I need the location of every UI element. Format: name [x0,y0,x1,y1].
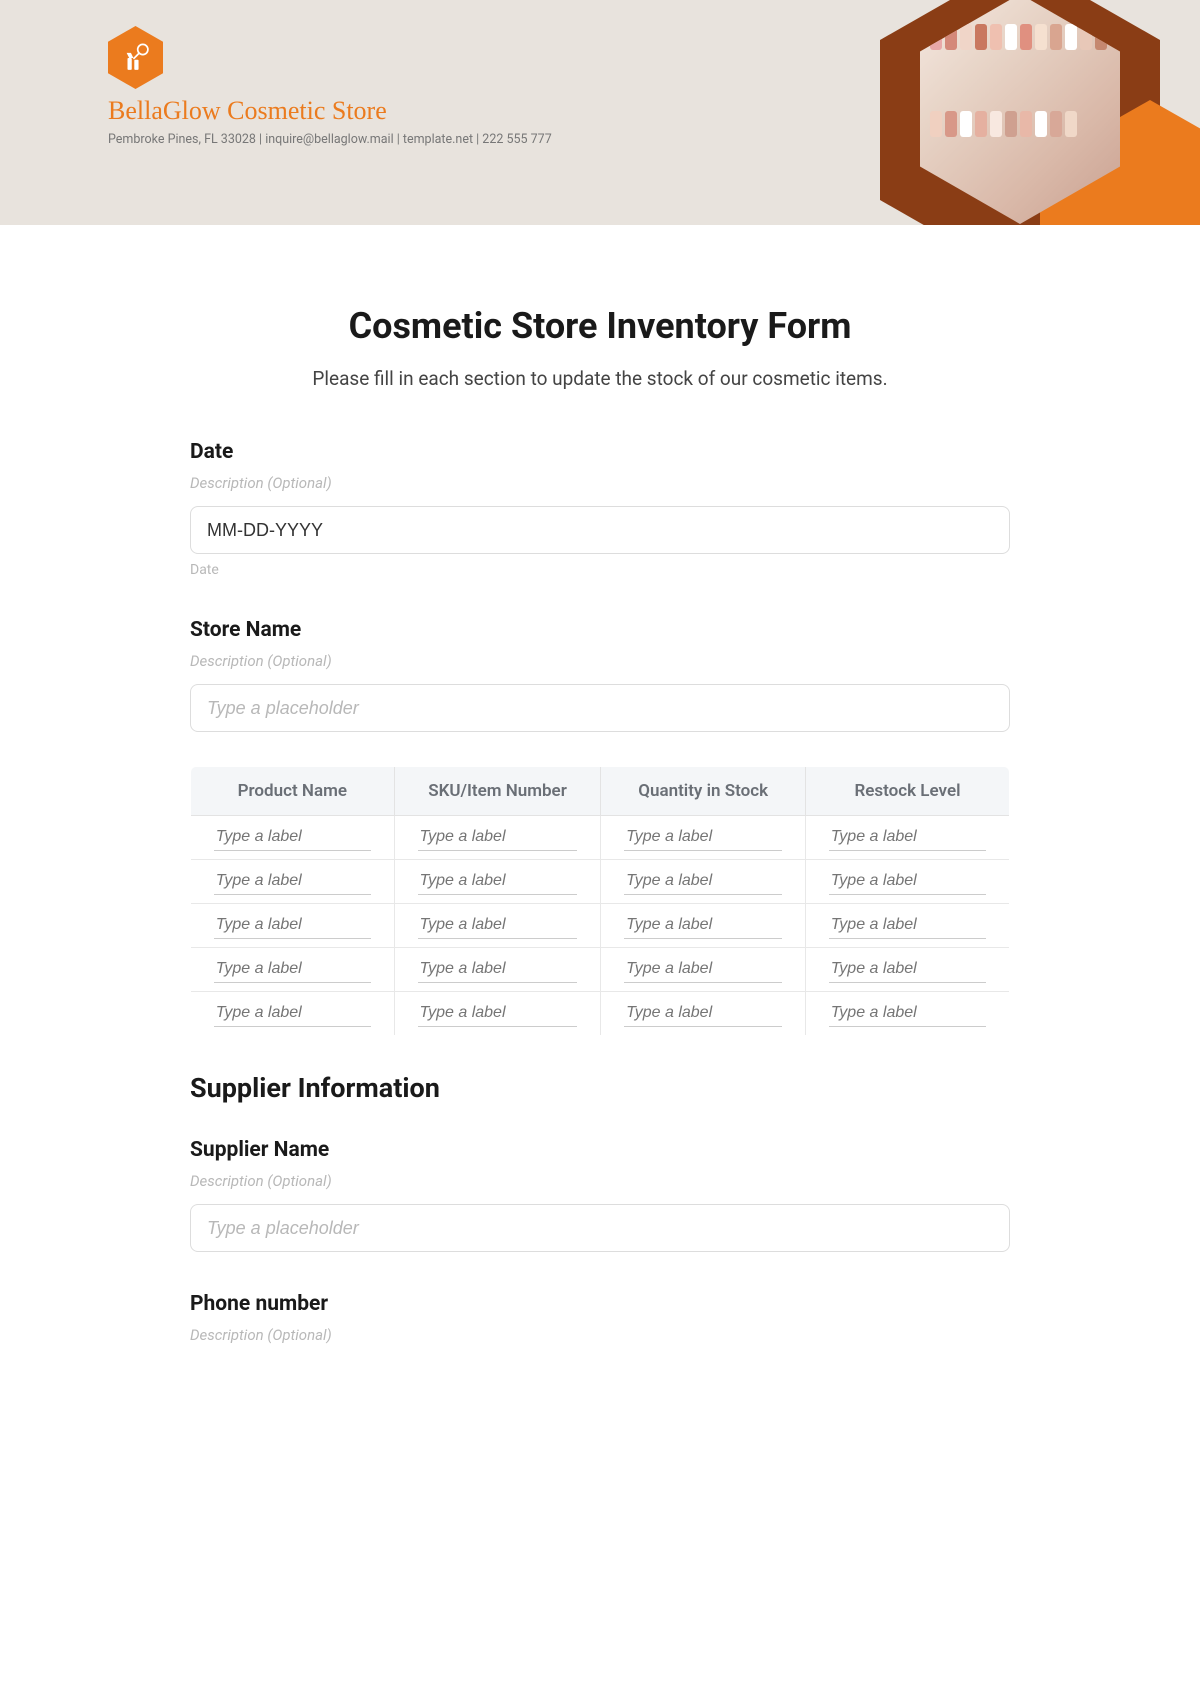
date-label: Date [190,440,1010,464]
table-row [191,992,1010,1036]
table-cell-input[interactable] [829,824,987,851]
table-cell-input[interactable] [418,824,578,851]
table-cell-input[interactable] [418,956,578,983]
table-cell-input[interactable] [214,824,371,851]
table-header-cell: SKU/Item Number [394,767,601,816]
supplier-name-desc: Description (Optional) [190,1172,1010,1190]
table-cell-input[interactable] [624,912,782,939]
table-cell-input[interactable] [214,1000,371,1027]
date-desc: Description (Optional) [190,474,1010,492]
page-header: BellaGlow Cosmetic Store Pembroke Pines,… [0,0,1200,225]
store-name-label: Store Name [190,618,1010,642]
table-row [191,904,1010,948]
table-cell-input[interactable] [624,1000,782,1027]
form-subtitle: Please fill in each section to update th… [190,367,1010,390]
store-name-input[interactable] [190,684,1010,732]
inventory-table: Product NameSKU/Item NumberQuantity in S… [190,766,1010,1036]
phone-field-block: Phone number Description (Optional) [190,1292,1010,1344]
table-cell-input[interactable] [418,912,578,939]
table-header-cell: Restock Level [805,767,1009,816]
supplier-name-input[interactable] [190,1204,1010,1252]
table-cell-input[interactable] [418,868,578,895]
phone-label: Phone number [190,1292,1010,1316]
table-cell-input[interactable] [214,912,371,939]
table-cell-input[interactable] [624,824,782,851]
supplier-section-heading: Supplier Information [190,1072,1010,1104]
store-contact-line: Pembroke Pines, FL 33028 | inquire@bella… [108,132,552,147]
table-cell-input[interactable] [624,868,782,895]
date-sublabel: Date [190,562,1010,578]
table-header-cell: Quantity in Stock [601,767,806,816]
table-cell-input[interactable] [829,868,987,895]
cosmetics-brush-icon [119,41,153,75]
date-field-block: Date Description (Optional) Date [190,440,1010,578]
table-row [191,860,1010,904]
date-input[interactable] [190,506,1010,554]
supplier-name-label: Supplier Name [190,1138,1010,1162]
table-row [191,816,1010,860]
table-header-cell: Product Name [191,767,395,816]
table-cell-input[interactable] [829,912,987,939]
store-name-field-block: Store Name Description (Optional) [190,618,1010,732]
table-cell-input[interactable] [214,956,371,983]
table-cell-input[interactable] [829,1000,987,1027]
logo-hexagon-icon [108,26,163,89]
table-cell-input[interactable] [214,868,371,895]
table-cell-input[interactable] [624,956,782,983]
brand-block: BellaGlow Cosmetic Store Pembroke Pines,… [108,26,552,147]
table-cell-input[interactable] [829,956,987,983]
phone-desc: Description (Optional) [190,1326,1010,1344]
table-cell-input[interactable] [418,1000,578,1027]
supplier-name-field-block: Supplier Name Description (Optional) [190,1138,1010,1252]
table-row [191,948,1010,992]
store-name-desc: Description (Optional) [190,652,1010,670]
store-name: BellaGlow Cosmetic Store [108,95,552,126]
form-title: Cosmetic Store Inventory Form [190,305,1010,347]
